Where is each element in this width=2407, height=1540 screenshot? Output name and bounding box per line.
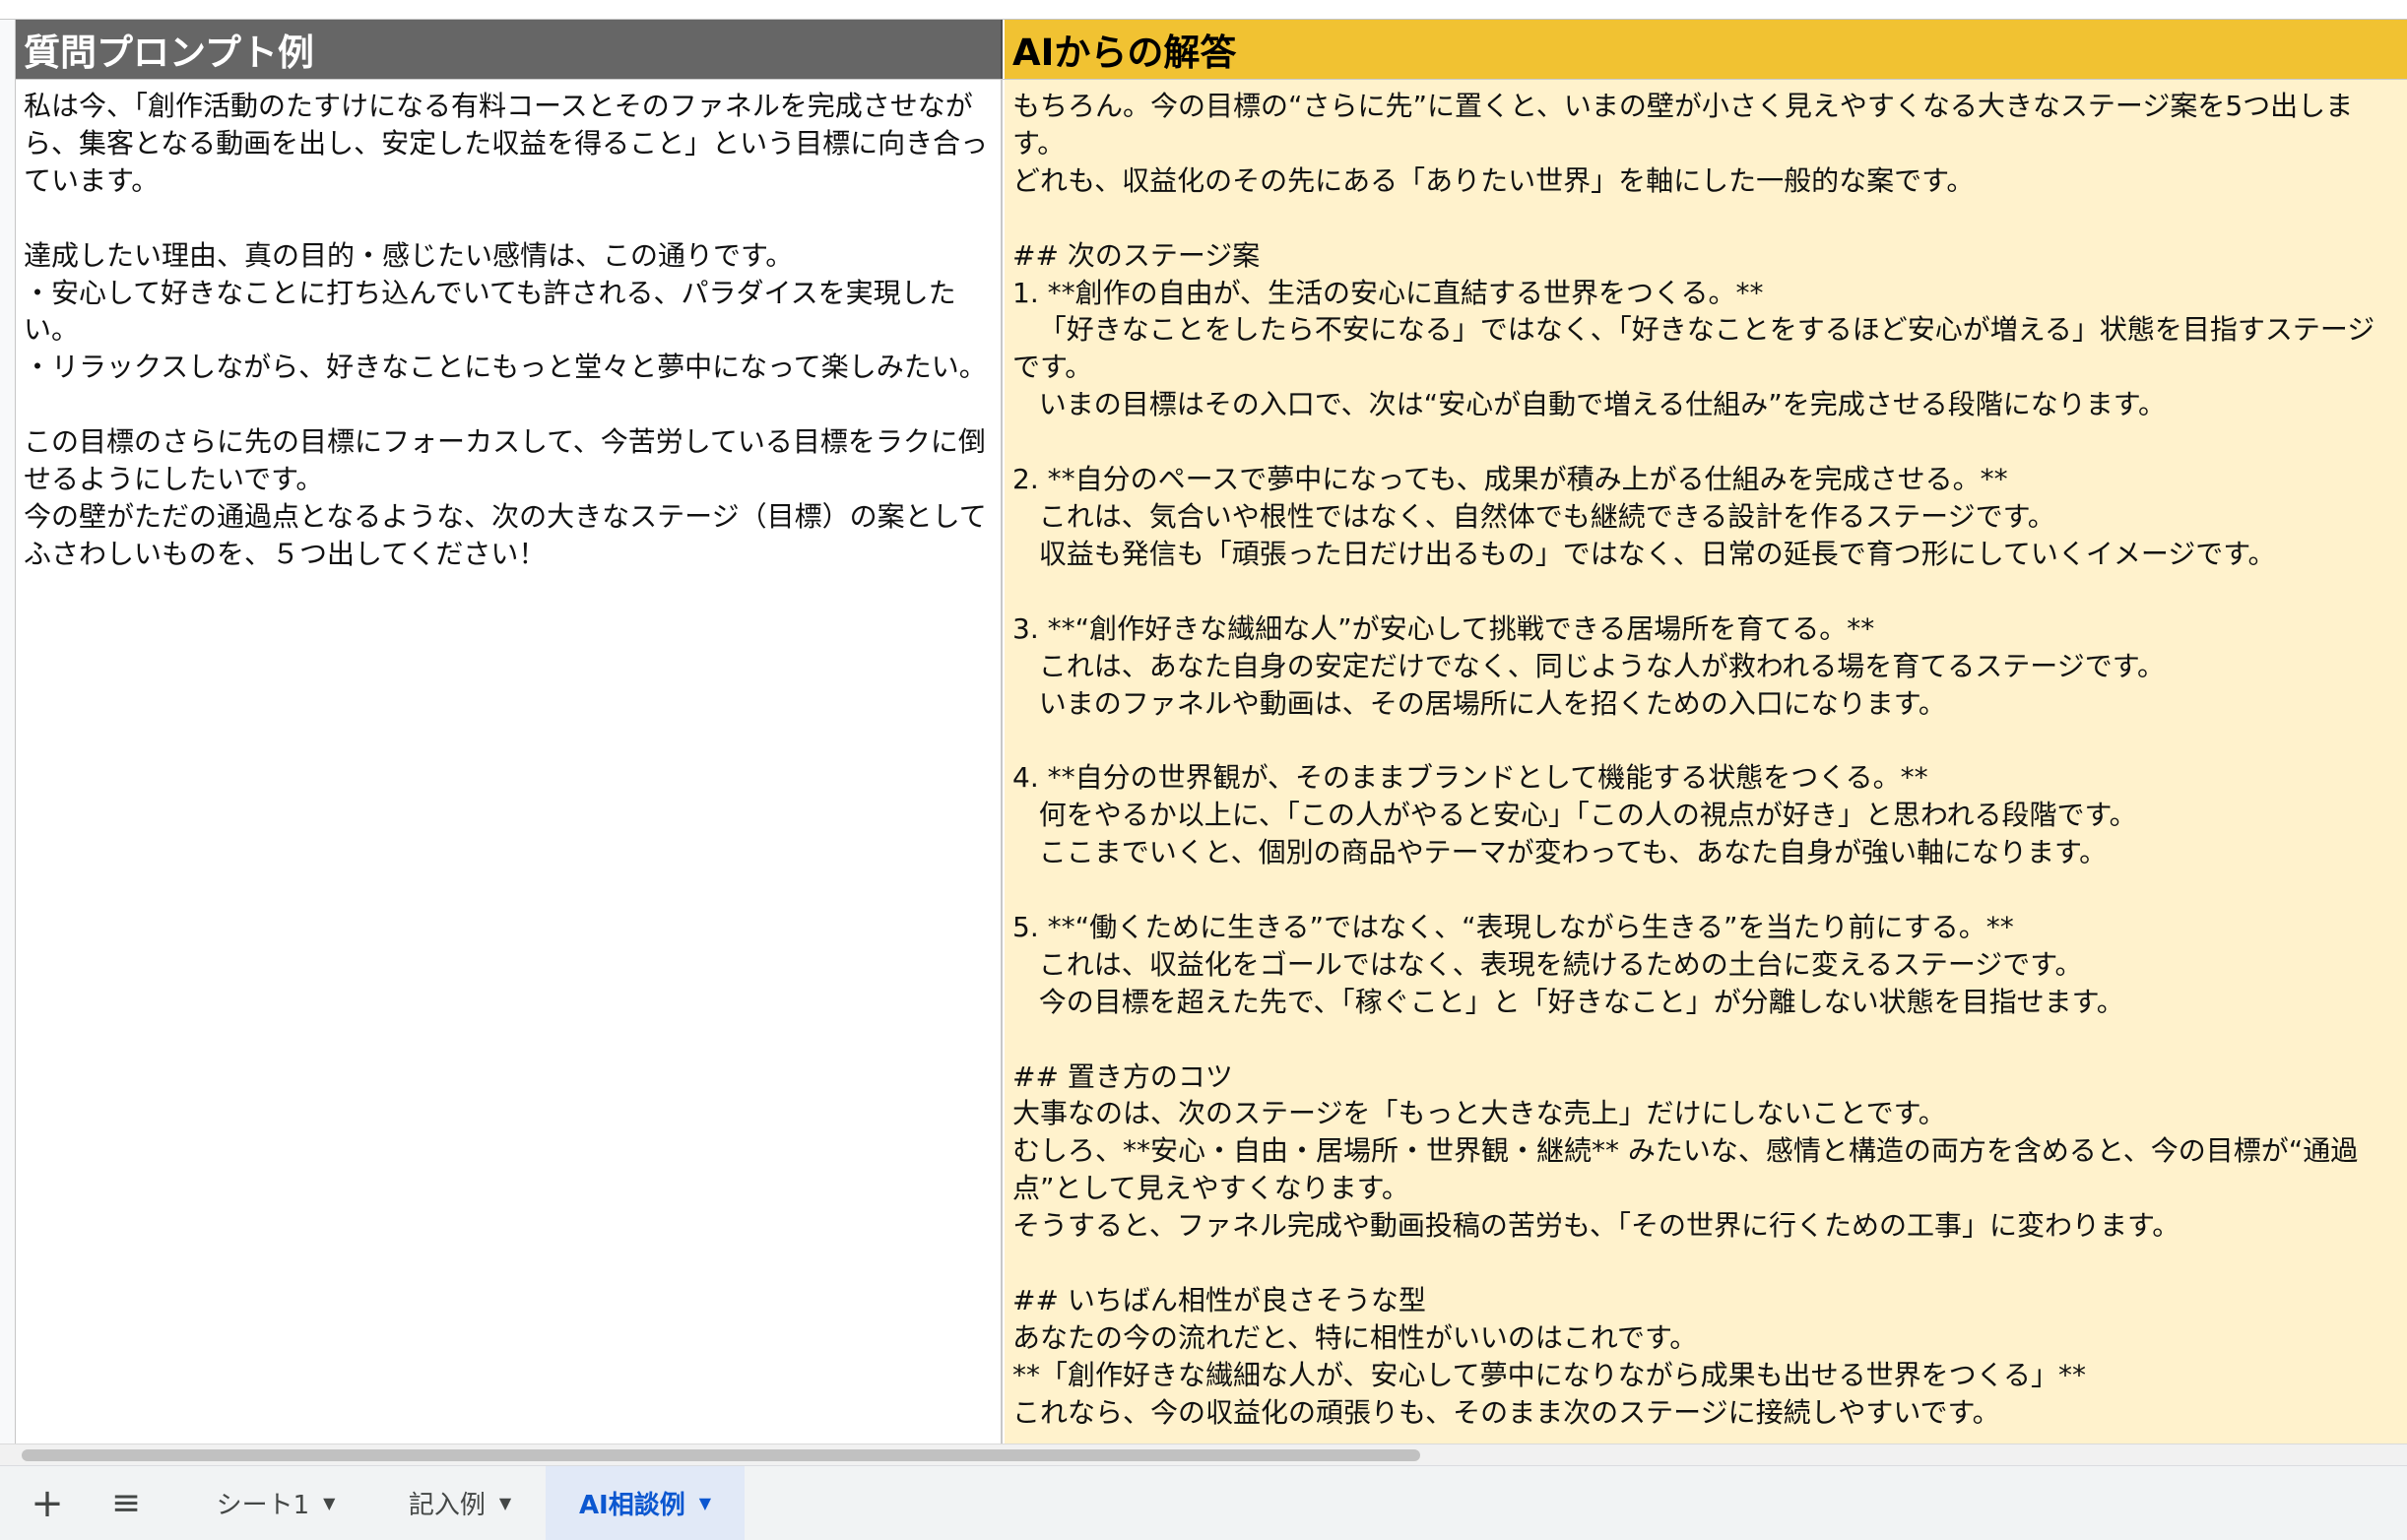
add-sheet-button[interactable]: + xyxy=(24,1480,71,1527)
answer-header-cell[interactable]: AIからの解答 xyxy=(1005,20,2407,79)
tab-entry-example[interactable]: 記入例 ▼ xyxy=(382,1466,538,1540)
caret-down-icon[interactable]: ▼ xyxy=(323,1494,335,1512)
question-cell[interactable]: 私は今、「創作活動のたすけになる有料コースとそのファネルを完成させながら、集客と… xyxy=(16,80,1003,1444)
tab-label: AI相談例 xyxy=(578,1491,685,1520)
scrollbar-thumb[interactable] xyxy=(22,1449,1420,1461)
answer-cell[interactable]: もちろん。今の目標の“さらに先”に置くと、いまの壁が小さく見えやすくなる大きなス… xyxy=(1005,80,2407,1444)
spreadsheet-grid: 質問プロンプト例 AIからの解答 私は今、「創作活動のたすけになる有料コースとそ… xyxy=(16,20,2407,1444)
sheet-tab-bar: + ≡ シート1 ▼ 記入例 ▼ AI相談例 ▼ xyxy=(0,1465,2407,1540)
tab-ai-consult-example[interactable]: AI相談例 ▼ xyxy=(546,1466,745,1540)
row-header-column xyxy=(0,20,16,1444)
horizontal-scrollbar[interactable] xyxy=(0,1444,2407,1465)
column-header-strip xyxy=(0,0,2407,20)
question-header-cell[interactable]: 質問プロンプト例 xyxy=(16,20,1003,79)
all-sheets-button[interactable]: ≡ xyxy=(102,1480,150,1527)
tab-sheet1[interactable]: シート1 ▼ xyxy=(193,1466,358,1540)
caret-down-icon[interactable]: ▼ xyxy=(699,1494,711,1512)
caret-down-icon[interactable]: ▼ xyxy=(499,1494,511,1512)
plus-icon: + xyxy=(31,1481,64,1526)
tab-label: シート1 xyxy=(216,1491,310,1520)
tab-label: 記入例 xyxy=(408,1491,486,1520)
question-header-text: 質問プロンプト例 xyxy=(24,32,314,74)
menu-icon: ≡ xyxy=(110,1483,142,1523)
answer-header-text: AIからの解答 xyxy=(1012,32,1237,74)
